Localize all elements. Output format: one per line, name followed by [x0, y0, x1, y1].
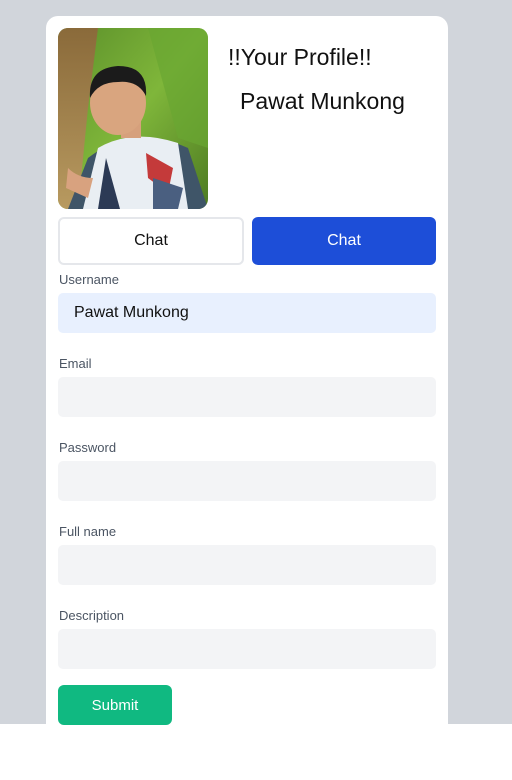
profile-name: Pawat Munkong: [240, 88, 405, 114]
profile-card: !!Your Profile!! Pawat Munkong Chat Chat…: [46, 16, 448, 736]
chat-primary-button[interactable]: Chat: [252, 217, 436, 265]
description-field[interactable]: [58, 629, 436, 669]
email-label: Email: [59, 356, 92, 371]
full-name-field[interactable]: [58, 545, 436, 585]
profile-heading: !!Your Profile!!: [228, 44, 372, 70]
profile-avatar: [58, 28, 208, 209]
chat-outline-button[interactable]: Chat: [58, 217, 244, 265]
email-field[interactable]: [58, 377, 436, 417]
password-field[interactable]: [58, 461, 436, 501]
username-field[interactable]: [58, 293, 436, 333]
username-label: Username: [59, 272, 119, 287]
full-name-label: Full name: [59, 524, 117, 539]
description-label: Description: [59, 608, 125, 623]
submit-button[interactable]: Submit: [58, 685, 172, 725]
password-label: Password: [59, 440, 117, 455]
